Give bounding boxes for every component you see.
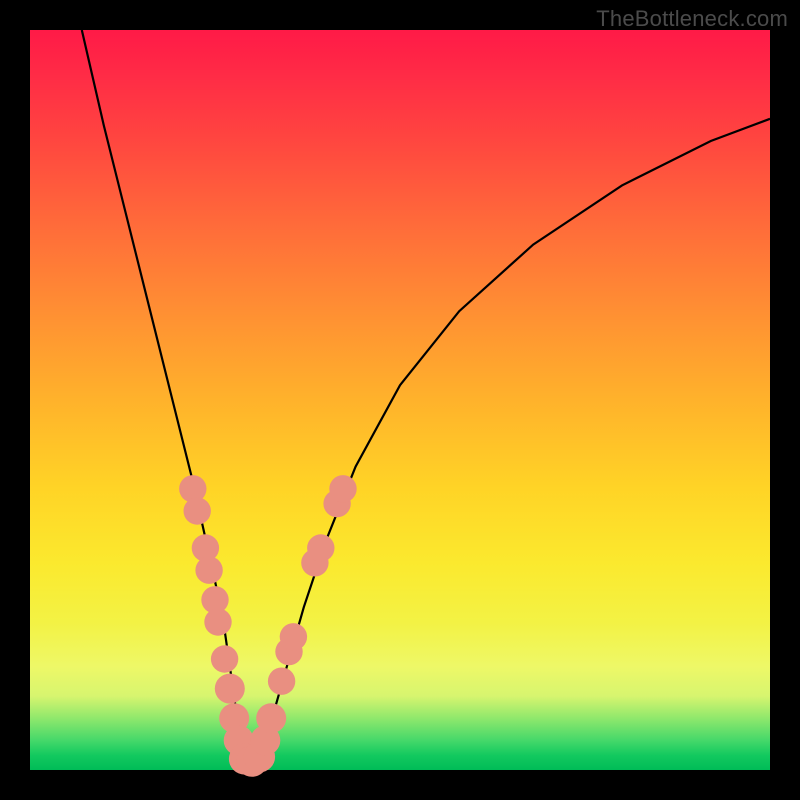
curve-marker xyxy=(280,623,307,650)
curve-marker xyxy=(268,668,295,695)
curve-marker xyxy=(307,534,334,561)
curve-marker xyxy=(184,497,211,524)
curve-marker xyxy=(329,475,356,502)
watermark-text: TheBottleneck.com xyxy=(596,6,788,32)
curve-marker xyxy=(204,608,231,635)
curve-marker xyxy=(211,645,238,672)
chart-frame: TheBottleneck.com xyxy=(0,0,800,800)
bottleneck-curve xyxy=(82,30,770,763)
curve-markers xyxy=(179,475,357,777)
chart-svg xyxy=(30,30,770,770)
curve-marker xyxy=(215,674,245,704)
curve-marker xyxy=(195,557,222,584)
plot-area xyxy=(30,30,770,770)
curve-marker xyxy=(256,703,286,733)
